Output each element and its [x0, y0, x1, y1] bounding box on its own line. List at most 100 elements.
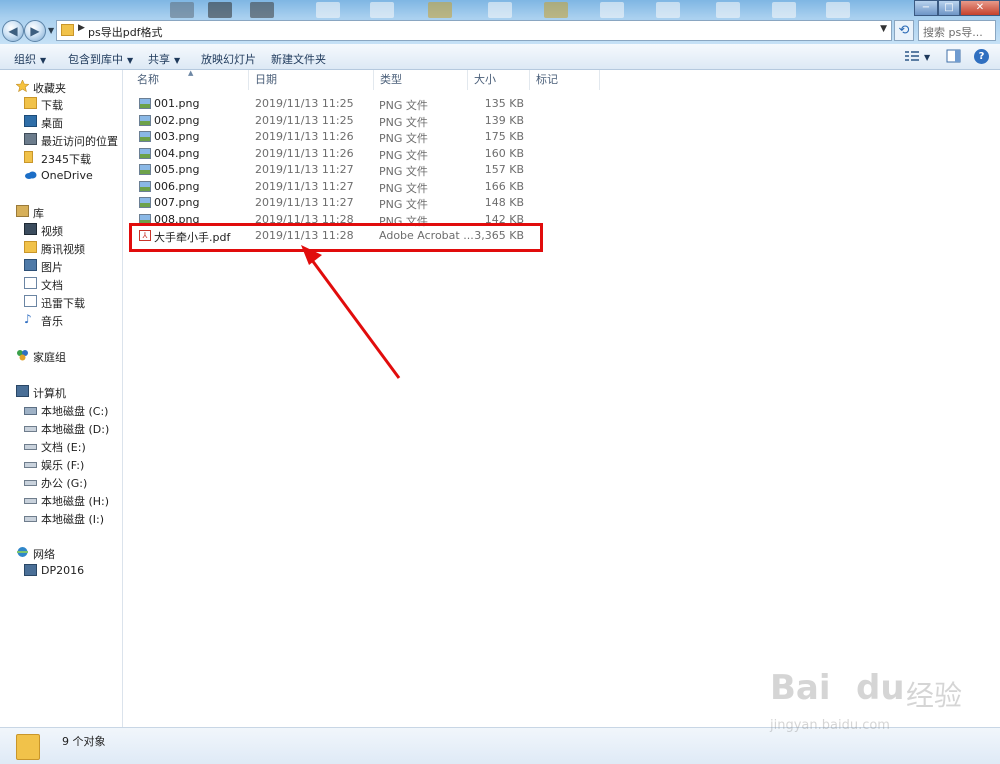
file-row[interactable]: 003.png 2019/11/13 11:26 PNG 文件 175 KB — [136, 129, 550, 145]
music-note-icon: ♪ — [24, 312, 32, 326]
file-type: PNG 文件 — [379, 115, 428, 129]
file-date: 2019/11/13 11:26 — [255, 130, 354, 143]
minimize-button[interactable]: − — [914, 0, 938, 16]
system-drive-icon — [24, 407, 37, 415]
navigation-pane: 收藏夹 下载 桌面 最近访问的位置 2345下载 OneDrive 库 视频 腾… — [0, 70, 123, 727]
file-name: 007.png — [154, 196, 200, 209]
preview-pane-icon[interactable] — [946, 49, 962, 63]
file-size: 135 KB — [484, 97, 524, 110]
file-date: 2019/11/13 11:25 — [255, 113, 354, 127]
file-size: 157 KB — [484, 163, 524, 176]
file-size: 175 KB — [484, 130, 524, 143]
folder-icon — [24, 241, 37, 253]
documents-icon — [24, 277, 37, 289]
column-header-date[interactable]: 日期 — [249, 70, 374, 90]
share-menu[interactable]: 共享 ▼ — [148, 51, 180, 67]
file-date: 2019/11/13 11:27 — [255, 179, 354, 193]
file-row[interactable]: 001.png 2019/11/13 11:25 PNG 文件 135 KB — [136, 96, 550, 112]
title-bar: − □ ✕ ◀ ▶ ▼ ▶ ps导出pdf格式 ▼ ⟲ 搜索 ps导... — [0, 0, 1000, 44]
address-bar[interactable]: ▶ ps导出pdf格式 ▼ — [56, 20, 892, 41]
file-name: 001.png — [154, 97, 200, 110]
file-row[interactable]: 004.png 2019/11/13 11:26 PNG 文件 160 KB — [136, 146, 550, 162]
desktop-icon — [24, 115, 37, 127]
file-type: PNG 文件 — [379, 165, 428, 178]
column-header-type[interactable]: 类型 — [374, 70, 468, 90]
new-folder-button[interactable]: 新建文件夹 — [271, 51, 326, 67]
refresh-icon: ⟲ — [898, 23, 910, 38]
chevron-down-icon: ▼ — [127, 56, 134, 65]
file-type: PNG 文件 — [379, 181, 428, 195]
chevron-down-icon: ▼ — [40, 56, 47, 65]
image-file-icon — [139, 98, 151, 109]
refresh-button[interactable]: ⟲ — [894, 20, 914, 41]
chevron-down-icon: ▼ — [174, 56, 181, 65]
document-icon — [24, 295, 37, 307]
file-name: 006.png — [154, 179, 200, 193]
file-row[interactable]: 002.png 2019/11/13 11:25 PNG 文件 139 KB — [136, 113, 550, 129]
pictures-icon — [24, 259, 37, 271]
forward-button[interactable]: ▶ — [24, 20, 46, 42]
file-size: 160 KB — [484, 146, 524, 160]
watermark-brand2: du — [856, 668, 905, 708]
view-options-icon[interactable] — [904, 49, 920, 63]
drive-icon — [24, 426, 37, 432]
view-dropdown-icon[interactable]: ▼ — [924, 53, 930, 62]
include-library-menu[interactable]: 包含到库中 ▼ — [68, 51, 133, 67]
highlight-box — [129, 223, 543, 252]
back-button[interactable]: ◀ — [2, 20, 24, 42]
file-size: 166 KB — [484, 179, 524, 193]
recent-places-icon — [24, 133, 37, 145]
file-row[interactable]: 006.png 2019/11/13 11:27 PNG 文件 166 KB — [136, 179, 550, 195]
column-header-size[interactable]: 大小 — [468, 70, 530, 90]
history-dropdown-icon[interactable]: ▼ — [48, 26, 56, 36]
maximize-button[interactable]: □ — [938, 0, 960, 16]
image-file-icon — [139, 147, 151, 159]
close-button[interactable]: ✕ — [960, 0, 1000, 16]
breadcrumb-path[interactable]: ps导出pdf格式 — [88, 24, 163, 40]
folder-icon — [61, 24, 74, 36]
column-header-name[interactable]: 名称 — [131, 70, 249, 90]
breadcrumb-chevron-icon[interactable]: ▶ — [78, 23, 85, 33]
file-name: 003.png — [154, 130, 200, 143]
drive-icon — [24, 480, 37, 486]
file-date: 2019/11/13 11:26 — [255, 146, 354, 160]
help-icon[interactable]: ? — [974, 49, 989, 64]
file-row[interactable]: 007.png 2019/11/13 11:27 PNG 文件 148 KB — [136, 195, 550, 211]
file-size: 139 KB — [484, 113, 524, 127]
column-header-tags[interactable]: 标记 — [530, 70, 600, 90]
image-file-icon — [139, 114, 151, 126]
baidu-watermark: Bai du 经验 jingyan.baidu.com — [770, 660, 990, 740]
image-file-icon — [139, 197, 151, 208]
search-placeholder: 搜索 ps导... — [923, 26, 983, 39]
file-row[interactable]: 005.png 2019/11/13 11:27 PNG 文件 157 KB — [136, 162, 550, 178]
star-icon — [16, 80, 29, 92]
background-thumbnails — [160, 0, 920, 20]
image-file-icon — [139, 131, 151, 142]
file-type: PNG 文件 — [379, 132, 428, 145]
file-type: PNG 文件 — [379, 148, 428, 162]
file-name: 005.png — [154, 163, 200, 176]
command-bar: 组织 ▼ 包含到库中 ▼ 共享 ▼ 放映幻灯片 新建文件夹 ▼ ? — [0, 44, 1000, 70]
watermark-cn: 经验 — [906, 679, 963, 712]
file-size: 148 KB — [484, 196, 524, 209]
file-date: 2019/11/13 11:27 — [255, 163, 354, 176]
slideshow-button[interactable]: 放映幻灯片 — [201, 51, 256, 67]
drive-icon — [24, 498, 37, 504]
folder-icon — [16, 734, 40, 760]
organize-menu[interactable]: 组织 ▼ — [14, 51, 46, 67]
download-folder-icon — [24, 97, 37, 109]
video-icon — [24, 223, 37, 235]
folder-icon — [24, 151, 33, 163]
homegroup-icon — [17, 350, 28, 361]
address-dropdown-icon[interactable]: ▼ — [880, 24, 887, 34]
watermark-url: jingyan.baidu.com — [770, 718, 890, 733]
forward-arrow-icon: ▶ — [30, 24, 40, 38]
file-type: PNG 文件 — [379, 198, 428, 211]
library-icon — [16, 205, 29, 217]
drive-icon — [24, 444, 37, 450]
file-type: PNG 文件 — [379, 99, 428, 112]
drive-icon — [24, 462, 37, 468]
network-computer-icon — [24, 564, 37, 576]
search-input[interactable]: 搜索 ps导... — [918, 20, 996, 41]
network-icon — [17, 547, 28, 557]
